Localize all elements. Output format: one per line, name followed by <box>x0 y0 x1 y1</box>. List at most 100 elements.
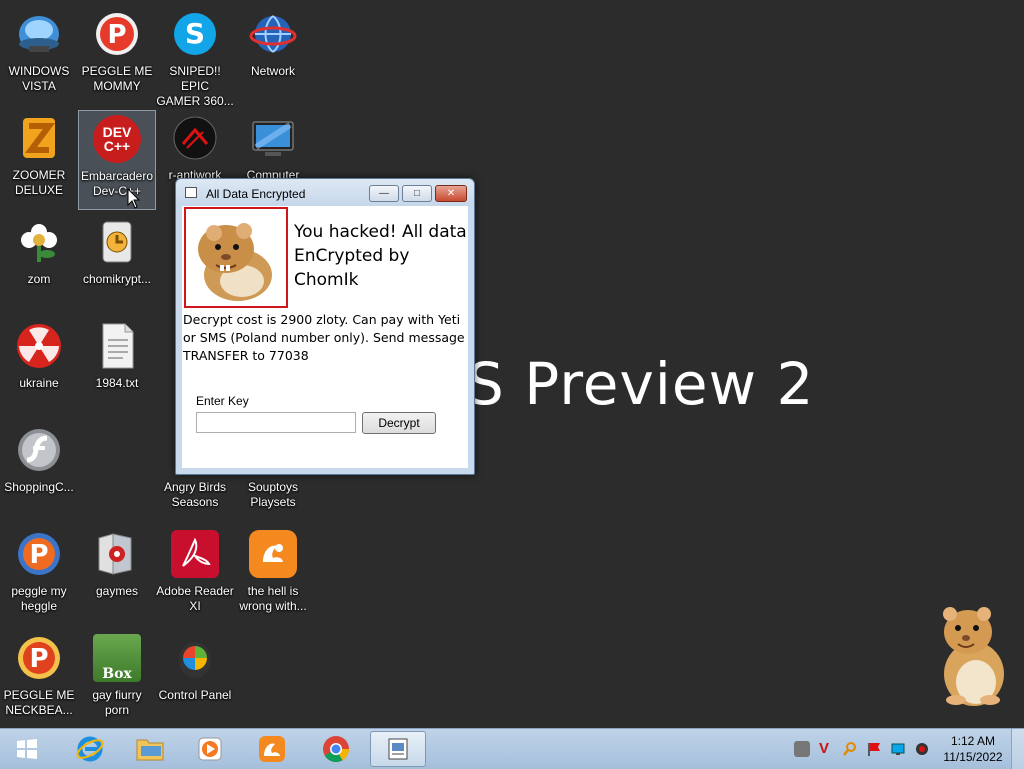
hamster-box-icon: Box <box>93 634 141 682</box>
icon-label: chomikrypt... <box>82 272 151 286</box>
file-explorer-icon <box>136 739 164 761</box>
desktop-icon-1984-txt[interactable]: 1984.txt <box>78 318 156 418</box>
dev-cpp-icon: DEV C++ <box>93 115 141 163</box>
icon-label: the hell is wrong with... <box>239 584 307 613</box>
network-tray-icon[interactable] <box>794 741 810 757</box>
skype-icon: S <box>171 10 219 58</box>
taskbar-file-explorer[interactable] <box>122 731 178 767</box>
desktop-icon-shopping[interactable]: ShoppingC... <box>0 422 78 522</box>
desktop-icon-chomikrypt[interactable]: chomikrypt... <box>78 214 156 314</box>
adobe-reader-icon <box>171 530 219 578</box>
icon-label: gaymes <box>95 584 139 598</box>
desktop: S Preview 2 WINDOWS VISTA ZOOMER DELUXE … <box>0 0 1024 728</box>
svg-text:P: P <box>107 20 126 50</box>
uc-browser-icon <box>259 736 285 762</box>
svg-text:S: S <box>185 17 205 50</box>
display-tray-icon[interactable] <box>890 741 906 757</box>
desktop-icon-windows-vista[interactable]: WINDOWS VISTA <box>0 6 78 106</box>
svg-text:P: P <box>29 540 48 570</box>
desktop-icon-gay-fiurry[interactable]: Box gay fiurry porn <box>78 630 156 730</box>
flower-icon <box>15 218 63 266</box>
icon-label: 1984.txt <box>95 376 139 390</box>
icon-label: PEGGLE ME MOMMY <box>81 64 153 93</box>
icon-label: SNIPED!! EPIC GAMER 360... <box>156 64 234 108</box>
maximize-button[interactable]: □ <box>402 185 432 202</box>
start-icon <box>17 739 37 759</box>
clock-time: 1:12 AM <box>950 734 996 748</box>
headline-text: You hacked! All data EnCrypted by ChomIk <box>294 222 467 290</box>
desktop-icon-peggle-my-heggle[interactable]: P peggle my heggle <box>0 526 78 626</box>
desktop-icon-sniped[interactable]: S SNIPED!! EPIC GAMER 360... <box>156 6 234 108</box>
desktop-icon-zom[interactable]: zom <box>0 214 78 314</box>
icon-label: Embarcadero Dev-C++ <box>80 169 154 198</box>
flash-icon <box>15 426 63 474</box>
taskbar-media-player[interactable] <box>182 731 238 767</box>
peggle-icon: P <box>15 634 63 682</box>
icon-label: peggle my heggle <box>11 584 67 613</box>
icon-label: gay fiurry porn <box>92 688 142 717</box>
icon-label: ukraine <box>19 376 59 390</box>
desktop-icon-gaymes[interactable]: gaymes <box>78 526 156 626</box>
taskbar-clock[interactable]: 1:12 AM 11/15/2022 <box>936 733 1010 765</box>
peggle-icon: P <box>15 530 63 578</box>
icon-label: Souptoys Playsets <box>247 480 299 509</box>
show-desktop-button[interactable] <box>1011 729 1024 769</box>
internet-explorer-icon <box>76 736 104 762</box>
chrome-icon <box>323 736 350 763</box>
windows-vista-orb-icon <box>15 10 63 58</box>
icon-label: Angry Birds Seasons <box>163 480 227 509</box>
volume-tray-icon[interactable] <box>914 741 930 757</box>
icon-label: Adobe Reader XI <box>156 584 234 613</box>
mouse-cursor-icon <box>127 188 141 209</box>
window-title: All Data Encrypted <box>206 187 306 201</box>
text-file-icon <box>93 322 141 370</box>
ransomware-window: All Data Encrypted — □ ✕ You hacked! All… <box>175 178 475 475</box>
uc-browser-icon <box>249 530 297 578</box>
chomikrypt-icon <box>93 218 141 266</box>
control-panel-icon <box>171 634 219 682</box>
decrypt-button[interactable]: Decrypt <box>362 412 436 434</box>
desktop-icon-zoomer-deluxe[interactable]: ZOOMER DELUXE <box>0 110 78 210</box>
desktop-icon-peggle-me-neckbeard[interactable]: P PEGGLE ME NECKBEA... <box>0 630 78 730</box>
desktop-icon-the-hell-is-wrong[interactable]: the hell is wrong with... <box>234 526 312 626</box>
icon-label: ShoppingC... <box>4 480 74 494</box>
start-button[interactable] <box>0 731 54 767</box>
desktop-icon-network[interactable]: Network <box>234 6 312 106</box>
desktop-icon-adobe-reader[interactable]: Adobe Reader XI <box>156 526 234 626</box>
computer-icon <box>249 114 297 162</box>
taskbar-internet-explorer[interactable] <box>62 731 118 767</box>
icon-label: Control Panel <box>158 688 232 702</box>
icon-label: Network <box>250 64 295 78</box>
window-titlebar[interactable]: All Data Encrypted — □ ✕ <box>176 179 474 207</box>
taskbar: V 1:12 AM 11/15/2022 <box>0 728 1024 769</box>
flag-tray-icon[interactable] <box>866 741 882 757</box>
antivirus-tray-icon[interactable]: V <box>816 741 832 757</box>
peggle-icon: P <box>93 10 141 58</box>
radiation-icon <box>15 322 63 370</box>
minimize-button[interactable]: — <box>369 185 399 202</box>
key-input[interactable] <box>196 412 356 433</box>
desktop-icon-control-panel[interactable]: Control Panel <box>156 630 234 730</box>
network-globe-icon <box>249 10 297 58</box>
key-label: Enter Key <box>196 394 249 408</box>
icon-label: ZOOMER DELUXE <box>12 168 66 197</box>
ransom-message: Decrypt cost is 2900 zloty. Can pay with… <box>183 312 465 363</box>
wallpaper-text: S Preview 2 <box>467 350 815 418</box>
desktop-icon-peggle-me-mommy[interactable]: P PEGGLE ME MOMMY <box>78 6 156 106</box>
hamster-mascot-icon <box>943 607 1004 706</box>
taskbar-uc-browser[interactable] <box>244 731 300 767</box>
desktop-icon-ukraine[interactable]: ukraine <box>0 318 78 418</box>
taskbar-chrome[interactable] <box>308 731 364 767</box>
ransomware-app-icon <box>388 738 408 760</box>
icon-label: zom <box>27 272 51 286</box>
folder-icon <box>93 530 141 578</box>
clock-date: 11/15/2022 <box>943 750 1003 764</box>
taskbar-ransomware-app[interactable] <box>370 731 426 767</box>
window-client-area: You hacked! All data EnCrypted by ChomIk… <box>182 206 468 468</box>
antiwork-icon <box>171 114 219 162</box>
desktop-icon-dev-cpp[interactable]: DEV C++ Embarcadero Dev-C++ <box>78 110 156 210</box>
icon-label: PEGGLE ME NECKBEA... <box>3 688 75 717</box>
zoomer-icon <box>15 114 63 162</box>
close-button[interactable]: ✕ <box>435 185 467 202</box>
search-tray-icon[interactable] <box>842 741 858 757</box>
